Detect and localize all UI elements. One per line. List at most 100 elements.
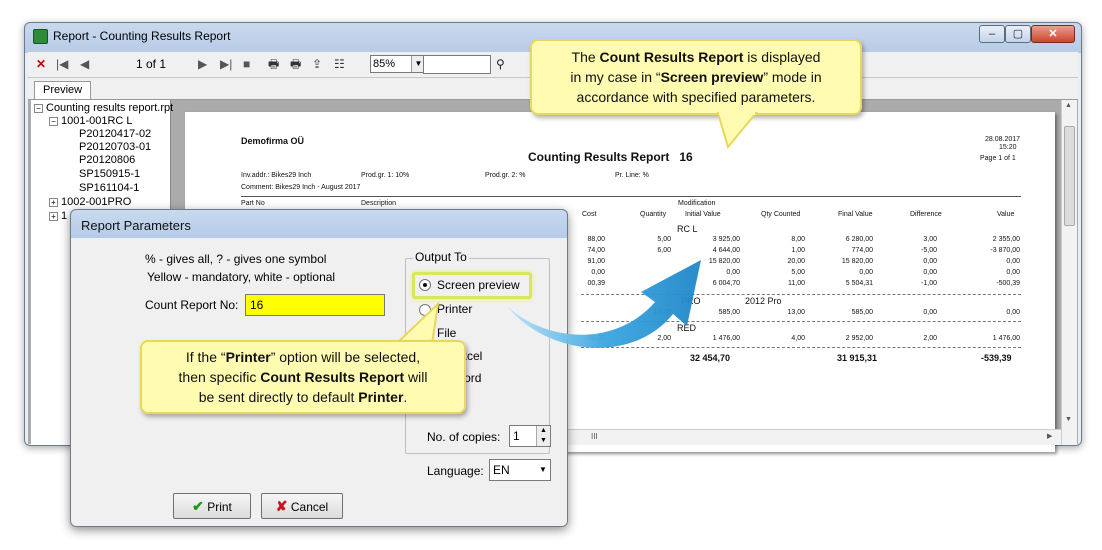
col-qty: Quantity [640, 211, 667, 218]
col-partno: Part No [241, 200, 265, 207]
collapse-icon[interactable]: − [49, 116, 58, 126]
scroll-up-icon[interactable]: ▲ [1065, 102, 1072, 109]
col-final: Final Value [838, 211, 873, 218]
report-cell: 5,00 [791, 269, 805, 276]
scroll-thumb[interactable] [1064, 126, 1075, 226]
report-cell: 0,00 [726, 269, 740, 276]
report-cell: 0,00 [1006, 258, 1020, 265]
expand-icon[interactable]: + [49, 211, 58, 221]
zoom-select[interactable]: 85% ▼ [370, 55, 426, 73]
first-page-icon[interactable]: |◀ [56, 56, 68, 72]
report-cell: -500,39 [996, 280, 1020, 287]
count-report-label: Count Report No: [145, 298, 239, 312]
cross-icon: ✘ [275, 498, 288, 514]
scroll-down-icon[interactable]: ▼ [1065, 416, 1072, 423]
collapse-icon[interactable]: − [34, 103, 43, 113]
report-cell: 5 504,31 [845, 280, 873, 287]
report-cell: 1 476,00 [992, 335, 1020, 342]
report-cell: -5,00 [921, 247, 937, 254]
minimize-button[interactable]: – [979, 25, 1005, 43]
report-cell: 3 925,00 [712, 236, 740, 243]
prod-gr1: Prod.gr. 1: 10% [361, 172, 410, 179]
report-cell: 0,00 [923, 309, 937, 316]
report-title: Counting Results Report 16 [528, 150, 693, 164]
language-select[interactable]: EN ▼ [489, 459, 551, 481]
report-cell: 6 280,00 [845, 236, 873, 243]
report-date: 28.08.2017 [985, 136, 1021, 143]
report-cell: 11,00 [788, 280, 805, 287]
tree-group[interactable]: +1 [49, 210, 67, 222]
checkmark-icon: ✔ [192, 498, 204, 514]
stop-icon[interactable]: ■ [243, 56, 250, 72]
search-input[interactable] [423, 55, 491, 74]
count-report-input[interactable]: 16 [245, 294, 385, 316]
tree-item[interactable]: P20120417-02 [79, 128, 151, 140]
report-cell: 0,00 [1006, 309, 1020, 316]
window-title: Report - Counting Results Report [53, 29, 231, 43]
col-cost: Cost [582, 211, 597, 218]
tree-root[interactable]: − Counting results report.rpt [34, 102, 173, 114]
zoom-value: 85% [373, 58, 396, 70]
dialog-title: Report Parameters [81, 218, 191, 233]
print-icon[interactable]: 🖶 [268, 56, 279, 72]
tree-item[interactable]: SP150915-1 [79, 168, 140, 180]
report-time: 15:20 [999, 144, 1017, 151]
print-setup-icon[interactable]: 🖶 [290, 56, 301, 72]
close-button[interactable]: ✕ [1031, 25, 1075, 43]
prev-page-icon[interactable]: ◀ [80, 56, 89, 72]
next-page-icon[interactable]: ▶ [198, 56, 207, 72]
pr-line: Pr. Line: % [615, 172, 649, 179]
print-button[interactable]: ✔ Print [173, 493, 251, 519]
vertical-scrollbar[interactable]: ▲ ▼ [1061, 100, 1077, 445]
copies-stepper[interactable]: 1 ▲ ▼ [509, 425, 551, 447]
report-cell: 2,00 [923, 335, 937, 342]
page-indicator: 1 of 1 [136, 57, 167, 71]
group-rcl: RC L [677, 224, 698, 234]
inv-addr: Inv.addr.: Bikes29 Inch [241, 172, 312, 179]
scroll-grip[interactable]: III [591, 432, 598, 441]
report-cell: 6 004,70 [712, 280, 740, 287]
tree-item[interactable]: P20120806 [79, 154, 135, 166]
group-tree-icon[interactable]: ☷ [334, 56, 345, 72]
report-cell: 4,00 [791, 335, 805, 342]
maximize-button[interactable]: ▢ [1005, 25, 1031, 43]
copies-value: 1 [513, 429, 520, 443]
tree-group[interactable]: +1002-001PRO [49, 196, 131, 208]
scroll-right-icon[interactable]: ▶ [1047, 432, 1052, 440]
report-cell: 13,00 [787, 309, 805, 316]
expand-icon[interactable]: + [49, 197, 58, 207]
comment: Comment: Bikes29 Inch - August 2017 [241, 184, 361, 191]
prod-gr2: Prod.gr. 2: % [485, 172, 526, 179]
last-page-icon[interactable]: ▶| [220, 56, 232, 72]
report-cell: 585,00 [718, 309, 740, 316]
cancel-button[interactable]: ✘ Cancel [261, 493, 343, 519]
report-cell: 20,00 [787, 258, 805, 265]
report-cell: 8,00 [791, 236, 805, 243]
binoculars-icon[interactable]: ⚲ [496, 56, 505, 72]
curved-arrow [507, 260, 701, 348]
label-printer[interactable]: Printer [437, 302, 472, 316]
stepper-arrows-icon[interactable]: ▲ ▼ [536, 426, 550, 446]
close-report-icon[interactable]: ✕ [36, 56, 46, 72]
report-cell: 3,00 [923, 236, 937, 243]
tree-item[interactable]: P20120703-01 [79, 141, 151, 153]
tree-item[interactable]: SP161104-1 [79, 182, 139, 194]
chevron-down-icon[interactable]: ▼ [536, 460, 550, 480]
report-cell: 585,00 [851, 309, 873, 316]
output-to-legend: Output To [413, 250, 469, 264]
report-cell: -1,00 [921, 280, 937, 287]
report-page-number: Page 1 of 1 [980, 155, 1016, 162]
radio-screen-preview[interactable] [419, 279, 431, 291]
report-cell: 2 952,00 [845, 335, 873, 342]
report-cell: 15 820,00 [841, 258, 873, 265]
export-icon[interactable]: ⇪ [312, 56, 322, 72]
report-cell: 5,00 [657, 236, 671, 243]
copies-label: No. of copies: [427, 430, 501, 444]
tab-preview[interactable]: Preview [34, 81, 92, 100]
col-desc: Description [361, 200, 397, 207]
tree-group[interactable]: −1001-001RC L [49, 115, 133, 127]
report-cell: 0,00 [923, 269, 937, 276]
report-cell: 4 644,00 [712, 247, 740, 254]
col-value: Value [997, 211, 1015, 218]
callout-tail-top [716, 111, 759, 150]
